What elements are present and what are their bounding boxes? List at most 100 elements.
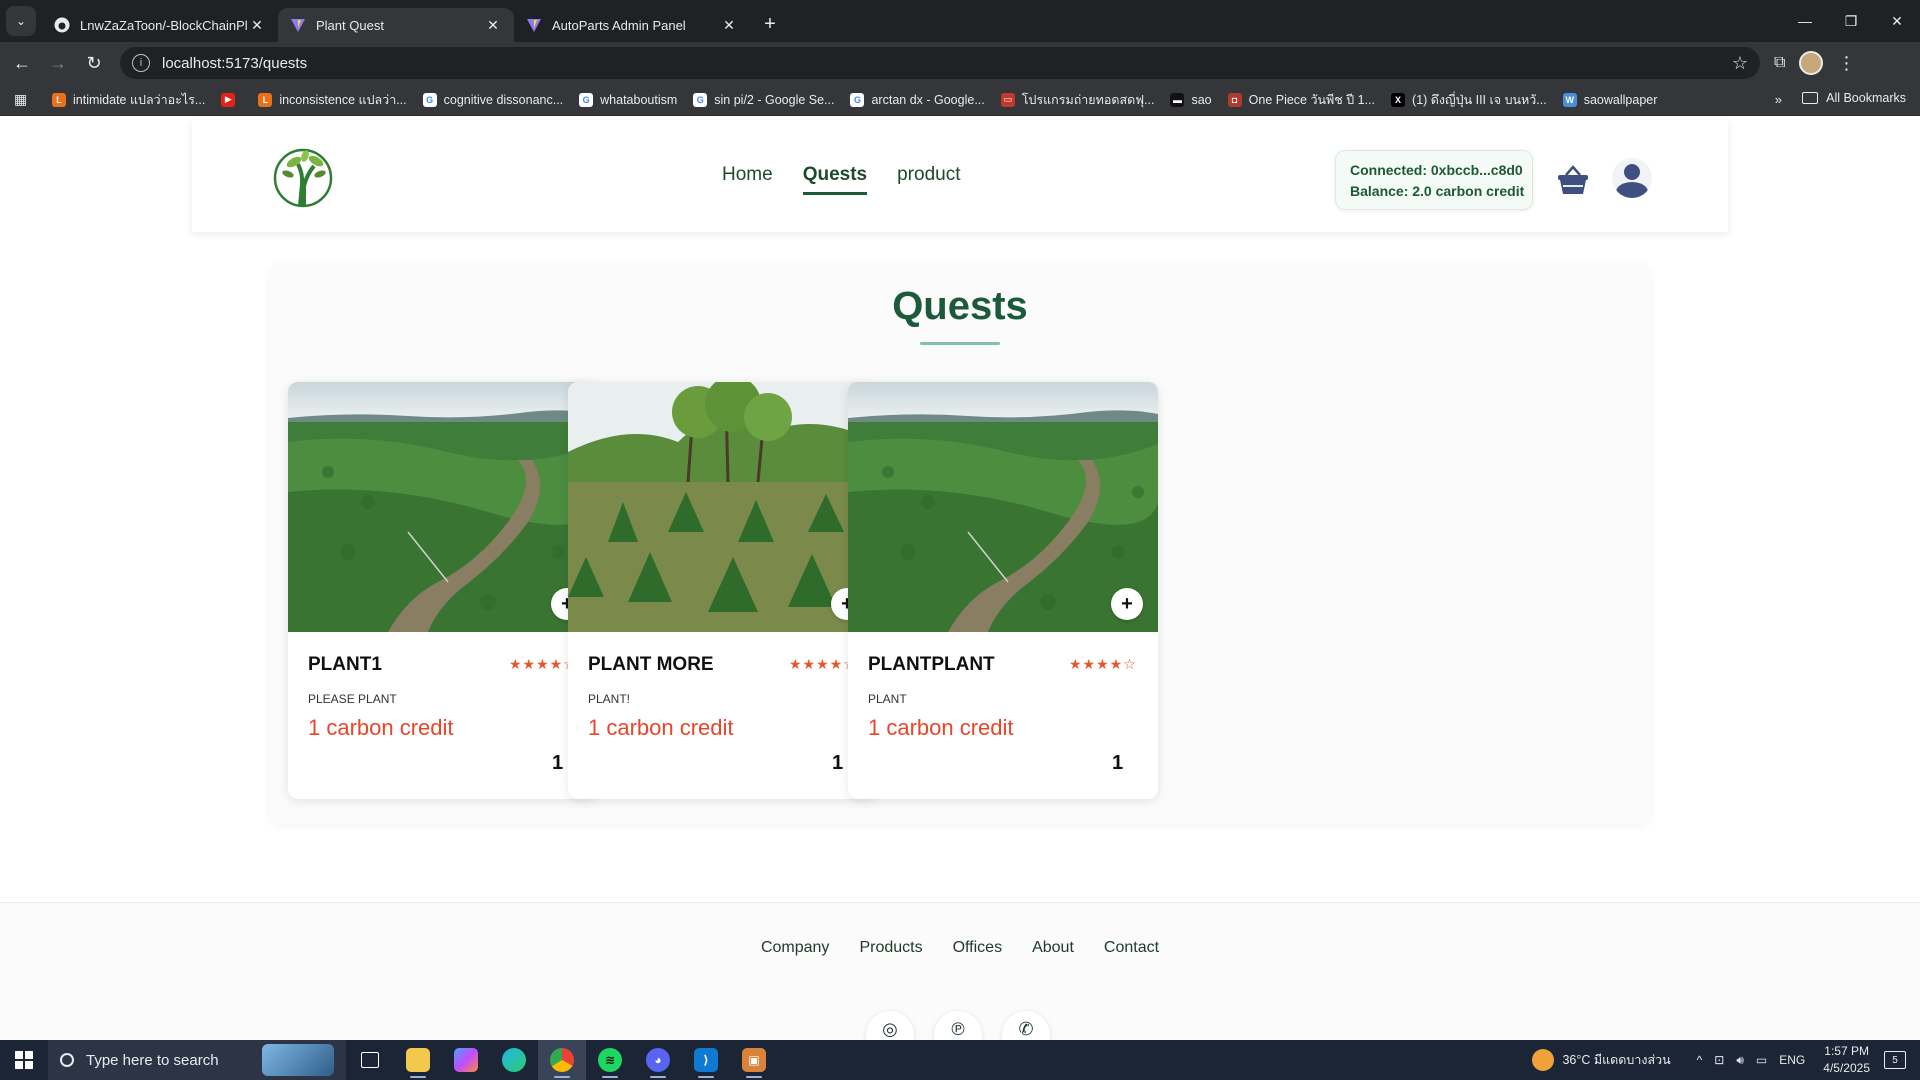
bookmark-item[interactable]: Wsaowallpaper: [1562, 92, 1657, 107]
quest-card[interactable]: + PLANT MORE ★★★★☆ PLANT! 1 carbon credi…: [568, 382, 878, 799]
vscode-icon[interactable]: ⟩: [682, 1040, 730, 1080]
bookmark-favicon-icon: ▭: [1000, 92, 1015, 107]
vite-icon: [290, 17, 306, 33]
all-bookmarks-button[interactable]: All Bookmarks: [1802, 91, 1906, 105]
quest-description: PLANT: [868, 692, 907, 706]
browser-toolbar: ← → ↻ i localhost:5173/quests ☆ ⧉ ⋮: [0, 42, 1920, 84]
close-icon[interactable]: ✕: [248, 17, 266, 34]
extensions-icon[interactable]: ⧉: [1774, 54, 1785, 72]
close-window-icon[interactable]: ✕: [1874, 0, 1920, 42]
clock[interactable]: 1:57 PM 4/5/2025: [1823, 1043, 1870, 1077]
tab-search-button[interactable]: ⌄: [6, 6, 36, 36]
task-view-icon[interactable]: [346, 1040, 394, 1080]
discord-icon[interactable]: ◕: [634, 1040, 682, 1080]
tree-logo-icon[interactable]: [270, 144, 336, 210]
bookmark-item[interactable]: ◘ One Piece วันพีช ปี 1...: [1227, 90, 1375, 110]
bookmark-favicon-icon: X: [1391, 92, 1406, 107]
footer-link-offices[interactable]: Offices: [953, 939, 1003, 957]
bookmark-favicon-icon: L: [52, 92, 66, 107]
bookmark-item[interactable]: X (1) ดึงญี่ปุ่น III เจ บนหวั...: [1391, 90, 1547, 110]
back-arrow-icon[interactable]: ←: [4, 45, 40, 81]
instagram-icon[interactable]: ◎: [866, 1011, 914, 1040]
footer-link-products[interactable]: Products: [859, 939, 922, 957]
quest-name: PLANT MORE: [588, 654, 714, 675]
chevron-more-icon[interactable]: »: [1775, 92, 1782, 107]
tab-title: LnwZaZaToon/-BlockChainPlant: [80, 17, 248, 33]
bookmark-item[interactable]: Lintimidate แปลว่าอะไร...: [52, 90, 205, 110]
chevron-up-icon[interactable]: ^: [1697, 1053, 1703, 1067]
whatsapp-icon[interactable]: ✆: [1002, 1011, 1050, 1040]
bookmark-favicon-icon: W: [1562, 92, 1577, 107]
spotify-icon[interactable]: ≋: [586, 1040, 634, 1080]
volume-icon[interactable]: 🔊︎: [1736, 1053, 1744, 1068]
footer-link-about[interactable]: About: [1032, 939, 1074, 957]
footer-link-company[interactable]: Company: [761, 939, 829, 957]
bookmark-label: (1) ดึงญี่ปุ่น III เจ บนหวั...: [1412, 92, 1547, 107]
network-icon[interactable]: ▭: [1756, 1053, 1767, 1067]
taskbar-search[interactable]: Type here to search: [48, 1040, 346, 1080]
tab-title: AutoParts Admin Panel: [552, 17, 686, 33]
quest-image: [848, 382, 1158, 632]
title-underline: [920, 342, 1000, 345]
bookmark-item[interactable]: ▬ sao: [1170, 92, 1212, 107]
notification-icon[interactable]: 5: [1884, 1051, 1906, 1069]
basket-icon[interactable]: [1556, 164, 1590, 196]
nav-home[interactable]: Home: [722, 164, 773, 195]
bookmark-label: intimidate แปลว่าอะไร...: [73, 92, 206, 107]
new-tab-button[interactable]: +: [756, 10, 784, 38]
close-icon[interactable]: ✕: [484, 17, 502, 34]
bookmark-item[interactable]: Gwhataboutism: [579, 92, 677, 107]
bookmark-star-icon[interactable]: ☆: [1732, 53, 1748, 74]
address-bar[interactable]: i localhost:5173/quests ☆: [120, 47, 1760, 79]
nav-quests[interactable]: Quests: [802, 164, 868, 195]
kebab-menu-icon[interactable]: ⋮: [1837, 53, 1855, 74]
minimize-icon[interactable]: —: [1782, 0, 1828, 42]
main-nav: Home Quests product: [722, 164, 960, 195]
user-avatar-icon[interactable]: [1612, 158, 1652, 198]
reload-icon[interactable]: ↻: [76, 45, 112, 81]
quest-card[interactable]: + PLANT1 ★★★★☆ PLEASE PLANT 1 carbon cre…: [288, 382, 598, 799]
tab-plant-quest[interactable]: Plant Quest ✕: [278, 8, 514, 42]
tab-github[interactable]: LnwZaZaToon/-BlockChainPlant ✕: [42, 8, 278, 42]
bookmark-label: arctan dx - Google...: [871, 92, 985, 107]
github-icon: [54, 17, 70, 33]
close-icon[interactable]: ✕: [720, 17, 738, 34]
search-highlight-image: [262, 1044, 334, 1076]
quests-section: Quests + PLANT1 ★★★★☆ PLEASE PLANT 1 car…: [270, 264, 1650, 824]
edge-icon[interactable]: [490, 1040, 538, 1080]
tab-autoparts[interactable]: AutoParts Admin Panel ✕: [514, 8, 750, 42]
page-title: Quests: [892, 284, 1028, 328]
apps-grid-icon[interactable]: ▦: [14, 91, 34, 108]
quest-name: PLANT1: [308, 654, 382, 675]
site-info-icon[interactable]: i: [132, 54, 150, 72]
bookmark-favicon-icon: L: [258, 92, 273, 107]
camera-icon[interactable]: ⊡: [1714, 1053, 1724, 1067]
bookmark-item[interactable]: ▶: [221, 92, 242, 107]
system-tray: 36°C มีแดดบางส่วน ^ ⊡ 🔊︎ ▭ ENG 1:57 PM 4…: [1532, 1040, 1920, 1080]
restore-icon[interactable]: ❐: [1828, 0, 1874, 42]
bookmark-item[interactable]: Gsin pi/2 - Google Se...: [693, 92, 834, 107]
file-explorer-icon[interactable]: [394, 1040, 442, 1080]
footer-links: Company Products Offices About Contact: [0, 939, 1920, 957]
bookmark-item[interactable]: Linconsistence แปลว่า...: [258, 90, 407, 110]
bookmark-item[interactable]: Garctan dx - Google...: [850, 92, 985, 107]
add-to-cart-button[interactable]: +: [1111, 588, 1143, 620]
profile-avatar[interactable]: [1799, 51, 1824, 75]
bookmarks-bar: ▦ Lintimidate แปลว่าอะไร... ▶ Linconsisten…: [0, 84, 1920, 116]
window-controls: — ❐ ✕: [1782, 0, 1920, 42]
weather-widget[interactable]: 36°C มีแดดบางส่วน: [1532, 1049, 1671, 1071]
language-indicator[interactable]: ENG: [1779, 1053, 1805, 1067]
quest-card[interactable]: + PLANTPLANT ★★★★☆ PLANT 1 carbon credit…: [848, 382, 1158, 799]
chrome-icon[interactable]: [538, 1040, 586, 1080]
windows-start-icon[interactable]: [0, 1040, 48, 1080]
bookmark-item[interactable]: Gcognitive dissonanc...: [422, 92, 563, 107]
star-rating-icon: ★★★★☆: [509, 656, 577, 672]
copilot-icon[interactable]: [442, 1040, 490, 1080]
bookmark-item[interactable]: ▭ โปรแกรมถ่ายทอดสดฟุ...: [1000, 90, 1154, 110]
footer-link-contact[interactable]: Contact: [1104, 939, 1159, 957]
nav-product[interactable]: product: [897, 164, 960, 195]
forward-arrow-icon[interactable]: →: [40, 45, 76, 81]
quest-quantity: 1: [1112, 752, 1124, 774]
pinterest-icon[interactable]: ℗: [934, 1011, 982, 1040]
package-app-icon[interactable]: ▣: [730, 1040, 778, 1080]
